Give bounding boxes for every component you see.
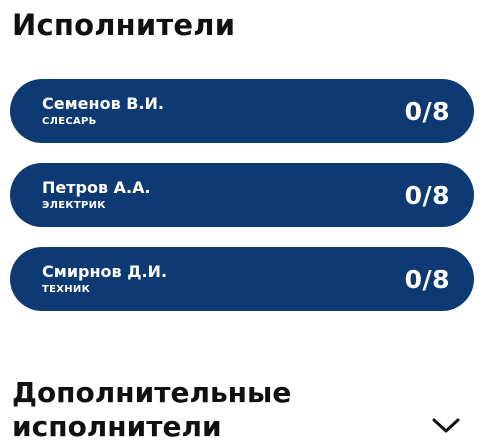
performers-title: Исполнители	[12, 8, 236, 42]
performer-name: Петров А.А.	[42, 178, 151, 197]
performer-role: ЭЛЕКТРИК	[42, 200, 106, 211]
performers-list: Семенов В.И. СЛЕСАРЬ 0/8 Петров А.А. ЭЛЕ…	[10, 79, 474, 331]
performer-card-semenov[interactable]: Семенов В.И. СЛЕСАРЬ 0/8	[10, 79, 474, 143]
performer-info: Семенов В.И. СЛЕСАРЬ	[42, 94, 164, 128]
performer-info: Смирнов Д.И. ТЕХНИК	[42, 262, 167, 296]
performer-card-petrov[interactable]: Петров А.А. ЭЛЕКТРИК 0/8	[10, 163, 474, 227]
performer-task-count: 0/8	[404, 264, 450, 294]
performer-name: Семенов В.И.	[42, 94, 165, 113]
performer-info: Петров А.А. ЭЛЕКТРИК	[42, 178, 151, 212]
performer-card-smirnov[interactable]: Смирнов Д.И. ТЕХНИК 0/8	[10, 247, 474, 311]
additional-performers-toggle[interactable]: Дополнительные исполнители	[12, 376, 476, 444]
performer-task-count: 0/8	[404, 96, 450, 126]
performer-role: СЛЕСАРЬ	[42, 116, 97, 127]
performer-name: Смирнов Д.И.	[42, 262, 168, 281]
additional-performers-title: Дополнительные исполнители	[12, 376, 292, 443]
performer-role: ТЕХНИК	[42, 284, 91, 295]
performer-task-count: 0/8	[404, 180, 450, 210]
chevron-down-icon[interactable]	[428, 407, 464, 443]
